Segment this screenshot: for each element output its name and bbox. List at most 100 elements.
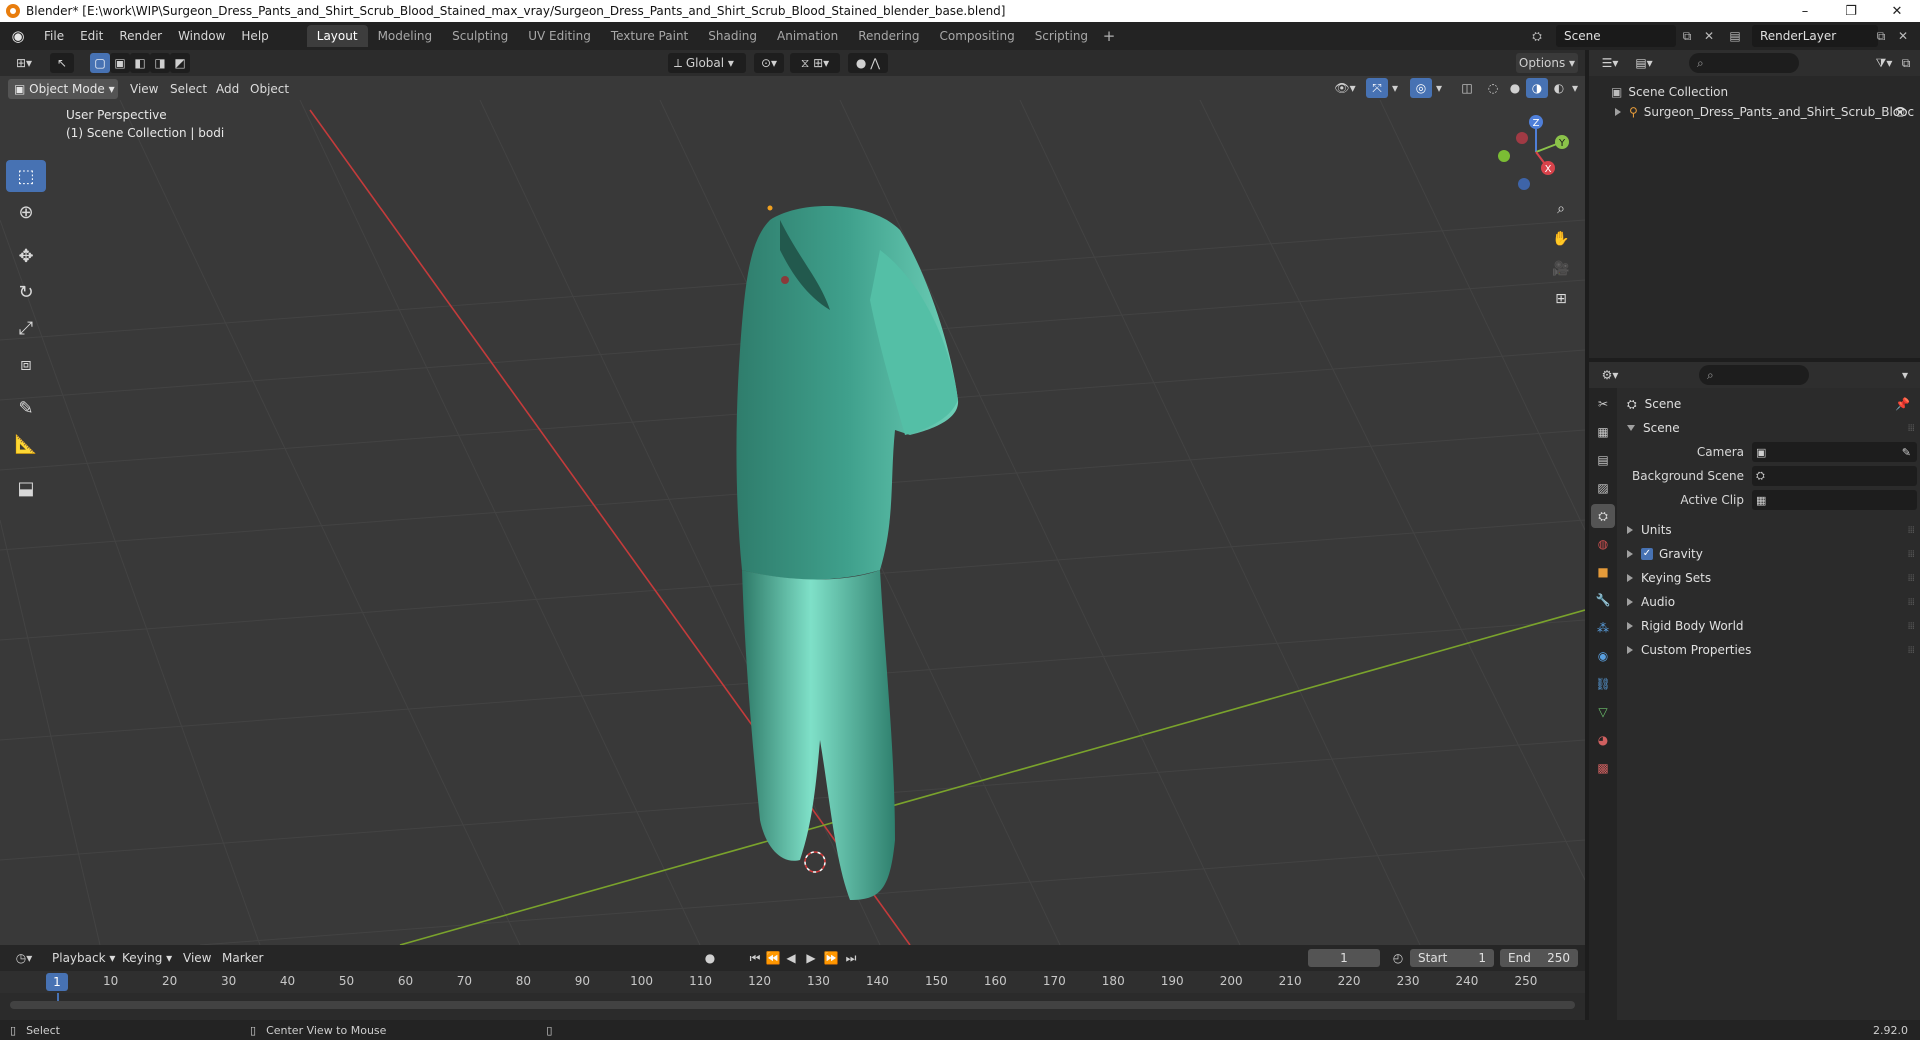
camera-field[interactable]: ▣ ✎: [1752, 442, 1917, 462]
axis-gizmo[interactable]: Z Y X: [1496, 112, 1576, 192]
3d-viewport[interactable]: ⊞▾ ↖ ▢ ▣ ◧ ◨ ◩ ⟂ Global ▾ ⊙▾ ⧖ ⊞▾ ● ⋀ Op…: [0, 50, 1585, 945]
gravity-checkbox[interactable]: ✓: [1641, 548, 1653, 560]
annotate-tool-icon[interactable]: ✎: [6, 392, 46, 424]
menu-select[interactable]: Select: [170, 79, 207, 99]
tab-compositing[interactable]: Compositing: [929, 25, 1024, 47]
pan-hand-icon[interactable]: ✋: [1548, 226, 1574, 252]
outliner-editor[interactable]: ☰▾ ▤▾ ⌕ ⧩▾ ⧉ ▣ Scene Collection ⚲ Surgeo…: [1589, 50, 1920, 358]
background-scene-field[interactable]: ⛭: [1752, 466, 1917, 486]
new-view-layer-icon[interactable]: ⧉: [1870, 25, 1892, 47]
preview-range-icon[interactable]: ◴: [1388, 948, 1408, 968]
menu-help[interactable]: Help: [233, 25, 276, 47]
jump-keyframe-forward-icon[interactable]: ⏩: [822, 948, 840, 968]
play-reverse-icon[interactable]: ◀: [782, 948, 800, 968]
menu-add[interactable]: Add: [216, 79, 239, 99]
scale-tool-icon[interactable]: ⤢: [6, 312, 46, 344]
drag-handle-icon[interactable]: ⁞⁞⁞: [1907, 645, 1914, 656]
measure-tool-icon[interactable]: 📐: [6, 428, 46, 460]
menu-timeline-view[interactable]: View: [183, 948, 211, 968]
zoom-icon[interactable]: ⌕: [1548, 196, 1574, 222]
select-intersect-icon[interactable]: ◩: [170, 53, 190, 73]
chevron-down-icon[interactable]: ▾: [1568, 78, 1582, 98]
editor-type-icon[interactable]: ⊞▾: [8, 53, 40, 73]
menu-playback[interactable]: Playback ▾: [52, 948, 115, 968]
select-new-icon[interactable]: ▢: [90, 53, 110, 73]
jump-end-icon[interactable]: ⏭: [842, 948, 860, 968]
select-subtract-icon[interactable]: ◧: [130, 53, 150, 73]
view-layer-selector[interactable]: RenderLayer: [1752, 25, 1878, 47]
rendered-shading-icon[interactable]: ◐: [1548, 78, 1570, 98]
material-preview-shading-icon[interactable]: ◑: [1526, 78, 1548, 98]
scene-tab-icon[interactable]: ⛭: [1591, 504, 1615, 528]
jump-start-icon[interactable]: ⏮: [746, 948, 764, 968]
modifier-tab-icon[interactable]: 🔧: [1591, 588, 1615, 612]
select-tool-icon[interactable]: ↖: [50, 53, 74, 73]
perspective-toggle-icon[interactable]: ⊞: [1548, 286, 1574, 312]
gravity-panel[interactable]: ✓ Gravity ⁞⁞⁞: [1617, 542, 1920, 566]
snap-icon[interactable]: ⧖ ⊞▾: [790, 53, 840, 73]
select-extend-icon[interactable]: ▣: [110, 53, 130, 73]
start-frame-field[interactable]: Start 1: [1410, 949, 1494, 967]
transform-tool-icon[interactable]: ⧈: [6, 348, 46, 380]
tab-rendering[interactable]: Rendering: [848, 25, 929, 47]
object-tab-icon[interactable]: ■: [1591, 560, 1615, 584]
tab-texture-paint[interactable]: Texture Paint: [601, 25, 698, 47]
current-frame-field[interactable]: 1: [1308, 949, 1380, 967]
select-box-tool-icon[interactable]: ⬚: [6, 160, 46, 192]
outliner-scene-collection[interactable]: ▣ Scene Collection: [1589, 82, 1920, 102]
close-button[interactable]: ✕: [1874, 0, 1920, 22]
data-tab-icon[interactable]: ▽: [1591, 700, 1615, 724]
display-mode-icon[interactable]: ▤▾: [1629, 53, 1659, 73]
delete-scene-icon[interactable]: ✕: [1698, 25, 1720, 47]
add-workspace-button[interactable]: +: [1098, 25, 1120, 47]
rigid-body-world-panel[interactable]: Rigid Body World ⁞⁞⁞: [1617, 614, 1920, 638]
timeline-current-frame-marker[interactable]: 1: [46, 973, 68, 991]
drag-handle-icon[interactable]: ⁞⁞⁞: [1907, 525, 1914, 536]
menu-window[interactable]: Window: [170, 25, 233, 47]
delete-view-layer-icon[interactable]: ✕: [1892, 25, 1914, 47]
overlays-toggle-icon[interactable]: ◎: [1410, 78, 1432, 98]
texture-tab-icon[interactable]: ▩: [1591, 756, 1615, 780]
camera-view-icon[interactable]: 🎥: [1548, 256, 1574, 282]
drag-handle-icon[interactable]: ⁞⁞⁞: [1907, 549, 1914, 560]
chevron-down-icon[interactable]: ▾: [1432, 78, 1446, 98]
output-tab-icon[interactable]: ▤: [1591, 448, 1615, 472]
menu-file[interactable]: File: [36, 25, 72, 47]
jump-keyframe-back-icon[interactable]: ⏪: [764, 948, 782, 968]
drag-handle-icon[interactable]: ⁞⁞⁞: [1907, 597, 1914, 608]
tab-sculpting[interactable]: Sculpting: [442, 25, 518, 47]
timeline-ruler[interactable]: 1 10 20 30 40 50 60 70 80 90 100 110 120 130 140 150 160…: [0, 971, 1585, 993]
menu-render[interactable]: Render: [111, 25, 170, 47]
outliner-search-input[interactable]: ⌕: [1689, 53, 1799, 73]
properties-editor[interactable]: ⚙▾ ⌕ ▾ ✂ ▦ ▤ ▨ ⛭ ◍ ■ 🔧 ⁂ ◉ ⛓ ▽ ◕ ▩ ⛭ Sce…: [1589, 362, 1920, 1020]
end-frame-field[interactable]: End 250: [1500, 949, 1578, 967]
properties-editor-type-icon[interactable]: ⚙▾: [1595, 365, 1625, 385]
view-layer-browse-icon[interactable]: ▤: [1724, 25, 1746, 47]
keying-sets-panel[interactable]: Keying Sets ⁞⁞⁞: [1617, 566, 1920, 590]
menu-marker[interactable]: Marker: [222, 948, 263, 968]
pin-icon[interactable]: 📌: [1895, 397, 1910, 411]
units-panel[interactable]: Units ⁞⁞⁞: [1617, 518, 1920, 542]
scene-panel-header[interactable]: Scene ⁞⁞⁞: [1617, 416, 1920, 440]
timeline-editor[interactable]: ◷▾ Playback ▾ Keying ▾ View Marker ● ⏮ ⏪…: [0, 945, 1585, 1020]
tab-modeling[interactable]: Modeling: [368, 25, 443, 47]
minimize-button[interactable]: –: [1782, 0, 1828, 22]
transform-orientation-dropdown[interactable]: ⟂ Global ▾: [668, 53, 746, 73]
properties-search-input[interactable]: ⌕: [1699, 365, 1809, 385]
menu-edit[interactable]: Edit: [72, 25, 111, 47]
chevron-down-icon[interactable]: ▾: [1388, 78, 1402, 98]
add-cube-tool-icon[interactable]: ⬓: [6, 472, 46, 504]
3d-cursor[interactable]: [804, 851, 826, 873]
outliner-editor-type-icon[interactable]: ☰▾: [1595, 53, 1625, 73]
auto-keying-icon[interactable]: ●: [700, 948, 720, 968]
rotate-tool-icon[interactable]: ↻: [6, 276, 46, 308]
tab-scripting[interactable]: Scripting: [1025, 25, 1098, 47]
visibility-icon[interactable]: 👁▾: [1330, 78, 1360, 98]
select-invert-icon[interactable]: ◨: [150, 53, 170, 73]
options-dropdown[interactable]: Options ▾: [1516, 53, 1578, 73]
particles-tab-icon[interactable]: ⁂: [1591, 616, 1615, 640]
blender-menu-icon[interactable]: ◉: [8, 26, 28, 46]
menu-keying[interactable]: Keying ▾: [122, 948, 172, 968]
timeline-editor-type-icon[interactable]: ◷▾: [8, 948, 40, 968]
expand-arrow-icon[interactable]: [1615, 108, 1621, 116]
